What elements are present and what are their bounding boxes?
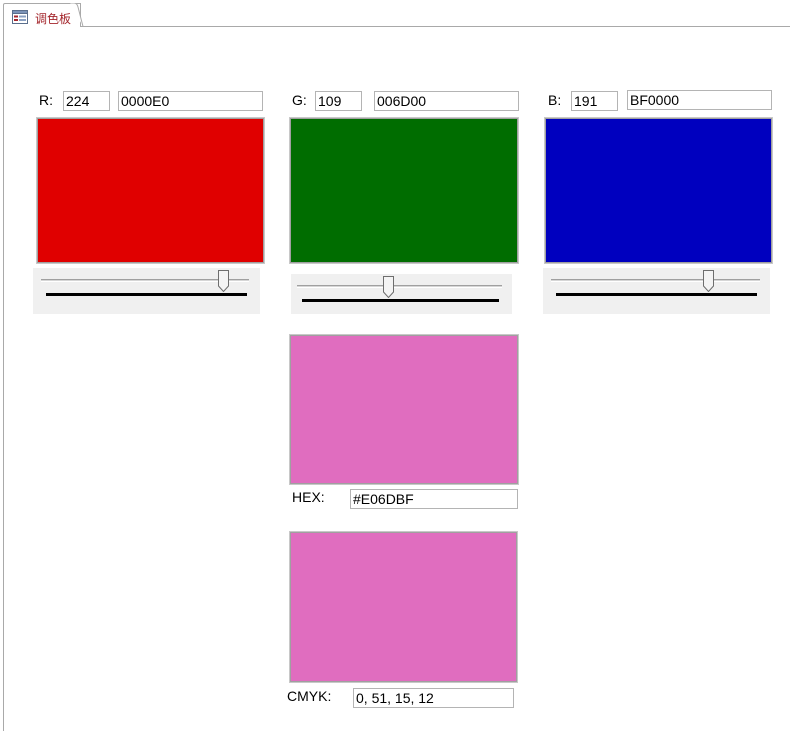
red-slider-bar [46, 293, 247, 296]
document-tab-strip: 调色板 [0, 0, 790, 27]
green-slider-bar [302, 299, 499, 302]
blue-hex-field[interactable]: BF0000 [627, 90, 772, 110]
green-slider[interactable] [291, 274, 512, 314]
blue-slider-track [551, 279, 760, 282]
hex-color-swatch [289, 334, 519, 485]
tab-edge [70, 3, 84, 27]
green-value-field[interactable]: 109 [315, 91, 362, 111]
hex-label: HEX: [292, 489, 325, 505]
green-swatch [289, 117, 519, 264]
cmyk-color-swatch [289, 531, 518, 683]
green-label: G: [292, 92, 307, 108]
cmyk-label: CMYK: [287, 688, 332, 704]
blue-slider-bar [556, 293, 757, 296]
green-hex-field[interactable]: 006D00 [374, 91, 519, 111]
red-value-field[interactable]: 224 [63, 91, 110, 111]
cmyk-value-field[interactable]: 0, 51, 15, 12 [353, 688, 514, 708]
red-swatch [36, 117, 265, 264]
hex-value-field[interactable]: #E06DBF [350, 489, 518, 509]
form-left-border [3, 27, 4, 731]
red-slider[interactable] [33, 268, 260, 314]
blue-label: B: [548, 92, 562, 108]
red-slider-thumb[interactable] [218, 270, 229, 292]
blue-swatch [544, 117, 773, 264]
green-slider-thumb[interactable] [383, 276, 394, 298]
blue-slider-thumb[interactable] [703, 270, 714, 292]
tab-strip-divider [80, 26, 790, 27]
red-hex-field[interactable]: 0000E0 [118, 91, 263, 111]
blue-slider[interactable] [543, 268, 770, 314]
tab-label: 调色板 [35, 12, 72, 26]
green-slider-track [297, 285, 502, 288]
blue-value-field[interactable]: 191 [571, 91, 618, 111]
form-icon [12, 10, 28, 24]
red-label: R: [39, 92, 53, 108]
